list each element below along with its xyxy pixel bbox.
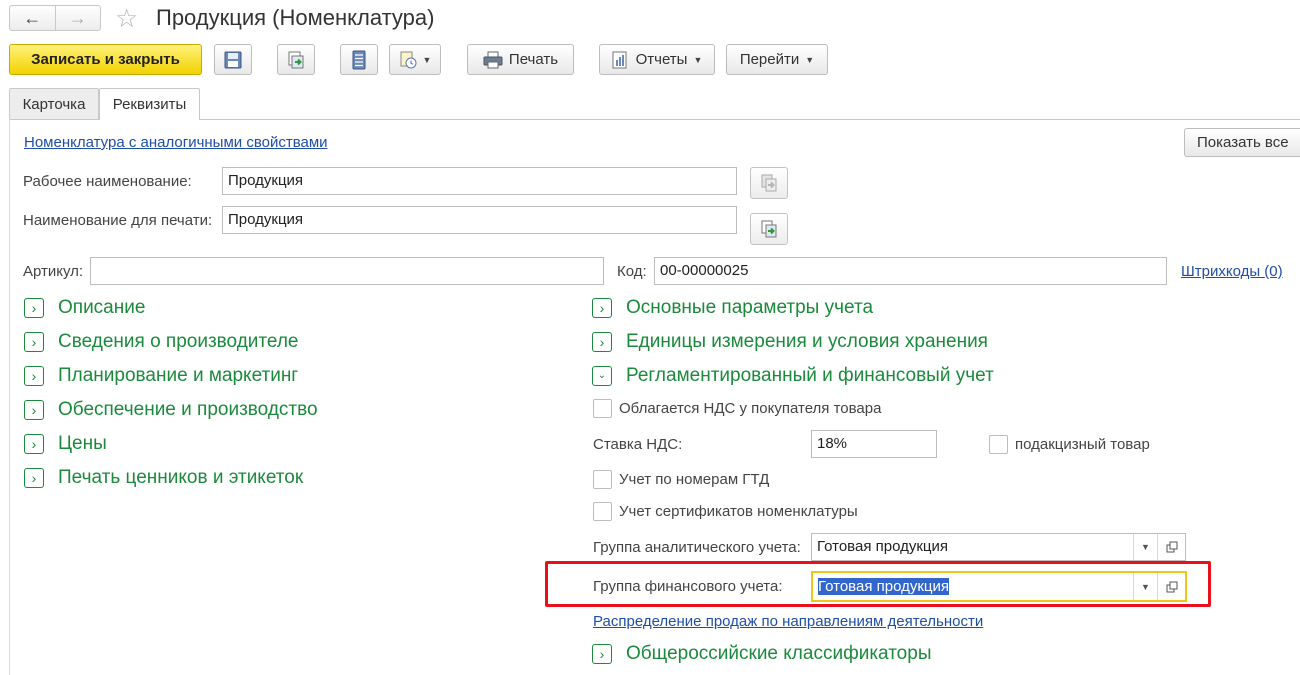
post-document-button[interactable] (277, 44, 315, 75)
code-label: Код: (617, 263, 647, 280)
section-classifiers[interactable]: › Общероссийские классификаторы (592, 643, 931, 665)
section-title: Общероссийские классификаторы (626, 643, 932, 664)
section-title: Сведения о производителе (58, 331, 299, 352)
tab-requisites[interactable]: Реквизиты (99, 88, 200, 120)
gtd-checkbox[interactable] (593, 470, 612, 489)
dropdown-arrow-icon[interactable]: ▼ (1133, 573, 1157, 600)
list-button[interactable] (340, 44, 378, 75)
section-manufacturer[interactable]: › Сведения о производителе (24, 331, 298, 353)
reports-label: Отчеты (635, 51, 688, 68)
work-name-label: Рабочее наименование: (23, 173, 192, 190)
print-name-label: Наименование для печати: (23, 212, 213, 229)
goto-label: Перейти (739, 51, 800, 68)
chevron-right-icon: › (24, 298, 44, 318)
dropdown-arrow-icon[interactable]: ▼ (1133, 534, 1157, 560)
analytic-group-select[interactable]: Готовая продукция ▼ (811, 533, 1186, 561)
work-name-field[interactable]: Продукция (222, 167, 737, 195)
document-go-icon (761, 220, 777, 238)
chevron-right-icon: › (24, 400, 44, 420)
report-chart-icon (612, 51, 627, 68)
back-button[interactable]: ← (10, 6, 55, 30)
chevron-right-icon: › (592, 644, 612, 664)
fin-group-label: Группа финансового учета: (593, 578, 783, 595)
arrow-right-icon: → (68, 7, 87, 28)
section-title: Цены (58, 433, 107, 454)
printer-icon (483, 51, 503, 68)
analytic-group-label: Группа аналитического учета: (593, 539, 801, 556)
fill-print-name-button[interactable] (750, 213, 788, 245)
chevron-down-icon: ▼ (422, 54, 432, 65)
fin-group-select[interactable]: Готовая продукция ▼ (811, 571, 1187, 602)
section-title: Обеспечение и производство (58, 399, 318, 420)
section-regulated[interactable]: ⌄ Регламентированный и финансовый учет (592, 365, 994, 387)
save-and-close-label: Записать и закрыть (31, 51, 180, 68)
arrow-left-icon: ← (23, 7, 42, 28)
section-title: Единицы измерения и условия хранения (626, 331, 988, 352)
print-label: Печать (508, 51, 559, 68)
gtd-label: Учет по номерам ГТД (619, 471, 770, 488)
chevron-right-icon: › (24, 468, 44, 488)
open-item-icon[interactable] (1157, 534, 1185, 560)
reports-button[interactable]: Отчеты ▼ (599, 44, 715, 75)
vat-buyer-checkbox[interactable] (593, 399, 612, 418)
chevron-down-icon: ▼ (693, 54, 703, 65)
excise-checkbox[interactable] (989, 435, 1008, 454)
tab-bar-divider (9, 119, 1300, 120)
favorite-star-icon[interactable]: ☆ (115, 3, 138, 33)
section-supply[interactable]: › Обеспечение и производство (24, 399, 318, 421)
save-and-close-button[interactable]: Записать и закрыть (9, 44, 202, 75)
tab-card[interactable]: Карточка (9, 88, 99, 119)
certs-label: Учет сертификатов номенклатуры (619, 503, 858, 520)
list-icon (352, 50, 366, 69)
section-title: Печать ценников и этикеток (58, 467, 304, 488)
vat-rate-field[interactable]: 18% (811, 430, 937, 458)
section-prices[interactable]: › Цены (24, 433, 107, 455)
document-clock-icon (400, 51, 417, 68)
similar-items-link[interactable]: Номенклатура с аналогичными свойствами (24, 134, 328, 151)
barcodes-link[interactable]: Штрихкоды (0) (1181, 263, 1283, 280)
chevron-right-icon: › (24, 332, 44, 352)
chevron-down-icon: ▼ (805, 54, 815, 65)
document-copy-icon (761, 174, 777, 192)
chevron-right-icon: › (592, 298, 612, 318)
article-label: Артикул: (23, 263, 84, 280)
content-border (9, 119, 10, 675)
history-nav: ← → (9, 5, 101, 31)
vat-rate-label: Ставка НДС: (593, 436, 683, 453)
create-based-on-button[interactable]: ▼ (389, 44, 441, 75)
section-main-params[interactable]: › Основные параметры учета (592, 297, 873, 319)
code-field[interactable]: 00-00000025 (654, 257, 1167, 285)
section-title: Регламентированный и финансовый учет (626, 365, 994, 386)
chevron-right-icon: › (24, 434, 44, 454)
vat-buyer-label: Облагается НДС у покупателя товара (619, 400, 882, 417)
section-labels[interactable]: › Печать ценников и этикеток (24, 467, 303, 489)
sales-distribution-link[interactable]: Распределение продаж по направлениям дея… (593, 613, 983, 630)
forward-button[interactable]: → (54, 6, 101, 30)
print-name-field[interactable]: Продукция (222, 206, 737, 234)
section-title: Планирование и маркетинг (58, 365, 299, 386)
chevron-right-icon: › (592, 332, 612, 352)
article-field[interactable] (90, 257, 604, 285)
section-title: Основные параметры учета (626, 297, 874, 318)
fin-group-value-wrap: Готовая продукция (813, 573, 1133, 600)
floppy-icon (224, 51, 242, 68)
document-go-icon (288, 51, 304, 68)
save-button[interactable] (214, 44, 252, 75)
show-all-button[interactable]: Показать все (1184, 128, 1300, 157)
print-button[interactable]: Печать (467, 44, 574, 75)
analytic-group-value: Готовая продукция (817, 538, 948, 555)
copy-name-button[interactable] (750, 167, 788, 199)
excise-label: подакцизный товар (1015, 436, 1150, 453)
chevron-right-icon: › (24, 366, 44, 386)
section-units[interactable]: › Единицы измерения и условия хранения (592, 331, 988, 353)
section-title: Описание (58, 297, 146, 318)
page-title: Продукция (Номенклатура) (156, 5, 435, 30)
open-item-icon[interactable] (1157, 573, 1185, 600)
fin-group-value: Готовая продукция (818, 578, 949, 595)
certs-checkbox[interactable] (593, 502, 612, 521)
chevron-down-icon: ⌄ (592, 366, 612, 386)
goto-button[interactable]: Перейти ▼ (726, 44, 828, 75)
section-description[interactable]: › Описание (24, 297, 145, 319)
section-planning[interactable]: › Планирование и маркетинг (24, 365, 298, 387)
